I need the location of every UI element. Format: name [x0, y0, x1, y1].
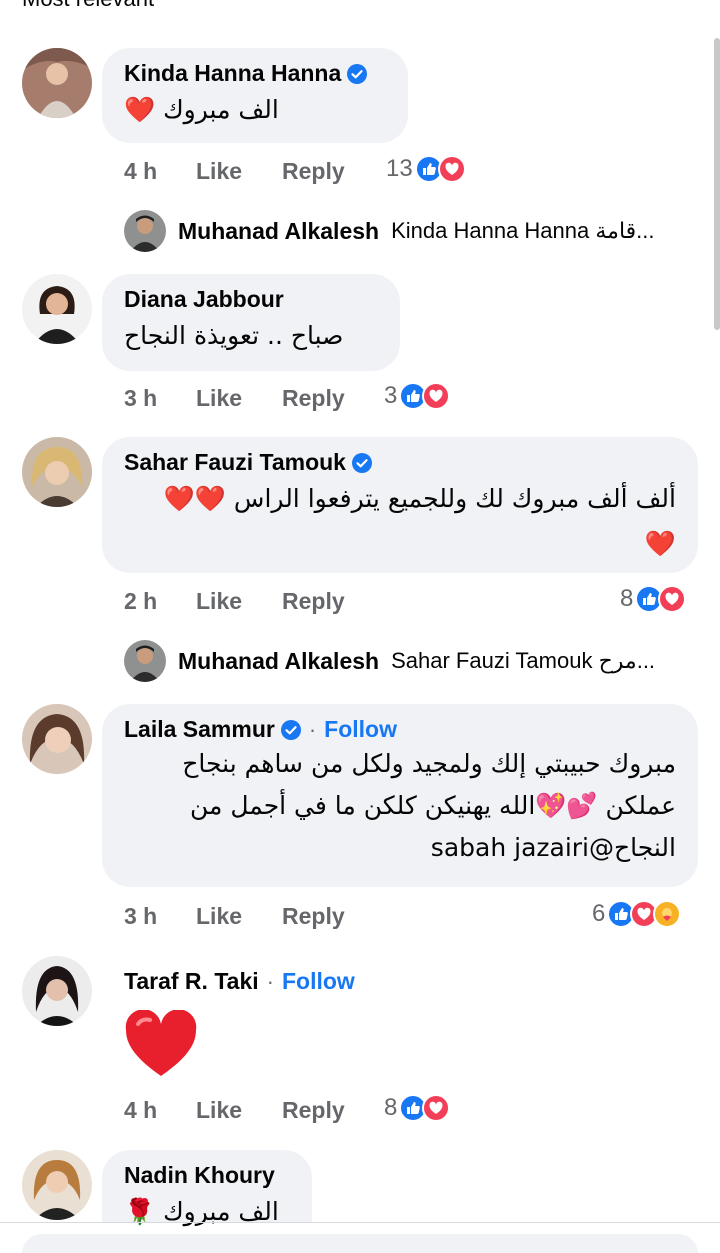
reply-button[interactable]: Reply: [282, 903, 392, 930]
avatar[interactable]: [22, 437, 92, 507]
comment-bubble: Nadin Khoury الف مبروك 🌹: [102, 1150, 312, 1226]
comment-actions: 2 h Like Reply: [124, 581, 392, 621]
verified-badge-icon: [351, 452, 372, 473]
avatar[interactable]: [22, 956, 92, 1026]
separator-dot: ·: [266, 968, 274, 994]
comment-bubble: Diana Jabbour صباح .. تعويذة النجاح: [102, 274, 400, 371]
comment-time[interactable]: 4 h: [124, 158, 196, 185]
comment-time[interactable]: 3 h: [124, 385, 196, 412]
comment-text: ألف ألف مبروك لك وللجميع يترفعوا الراس ❤…: [163, 484, 676, 513]
verified-badge-icon: [347, 63, 368, 84]
comment-text: صباح .. تعويذة النجاح: [124, 321, 344, 350]
separator-dot: ·: [308, 716, 317, 742]
comment-actions: 4 h Like Reply: [124, 1090, 392, 1130]
avatar: [124, 210, 166, 252]
comment-emoji: [124, 1009, 198, 1080]
avatar[interactable]: [22, 48, 92, 118]
like-button[interactable]: Like: [196, 588, 282, 615]
reply-text: Kinda Hanna Hanna قامة...: [391, 218, 655, 243]
comment-author[interactable]: Diana Jabbour: [124, 286, 284, 313]
love-reaction-icon: [437, 155, 466, 183]
comment-actions: 4 h Like Reply: [124, 151, 392, 191]
love-reaction-icon: [422, 382, 451, 410]
reaction-summary[interactable]: 13: [386, 149, 466, 189]
reaction-count: 3: [384, 382, 398, 409]
sort-label[interactable]: Most relevant: [22, 0, 154, 12]
comment-time[interactable]: 2 h: [124, 588, 196, 615]
comment-bubble: Sahar Fauzi Tamouk ألف ألف مبروك لك وللج…: [102, 437, 698, 573]
reaction-summary[interactable]: 8: [620, 579, 687, 619]
comment-bubble: Kinda Hanna Hanna الف مبروك ❤️: [102, 48, 408, 143]
composer-divider: [0, 1222, 720, 1223]
like-button[interactable]: Like: [196, 158, 282, 185]
comment-bubble: Laila Sammur · Follow مبروك حبيبتي إلك و…: [102, 704, 698, 887]
comment-text: مبروك حبيبتي إلك ولمجيد ولكل من ساهم بنج…: [182, 749, 676, 778]
reply-button[interactable]: Reply: [282, 1097, 392, 1124]
reply-text: Sahar Fauzi Tamouk مرح...: [391, 648, 656, 673]
reaction-summary[interactable]: 6: [592, 894, 682, 934]
reply-author[interactable]: Muhanad Alkalesh: [178, 648, 379, 675]
comment-text: ❤️: [644, 529, 676, 558]
comment-time[interactable]: 4 h: [124, 1097, 196, 1124]
scrollbar[interactable]: [714, 38, 720, 330]
comment-text: النجاح@sabah jazairi: [430, 833, 676, 862]
reaction-count: 8: [384, 1094, 398, 1121]
like-button[interactable]: Like: [196, 385, 282, 412]
like-button[interactable]: Like: [196, 903, 282, 930]
comment-author[interactable]: Sahar Fauzi Tamouk: [124, 449, 346, 476]
avatar[interactable]: [22, 704, 92, 774]
verified-badge-icon: [280, 719, 301, 740]
comment-time[interactable]: 3 h: [124, 903, 196, 930]
comment-author[interactable]: Laila Sammur: [124, 716, 275, 743]
comment-text: الف مبروك 🌹: [124, 1197, 279, 1226]
avatar[interactable]: [22, 274, 92, 344]
comment-actions: 3 h Like Reply: [124, 378, 392, 418]
follow-button[interactable]: Follow: [324, 716, 397, 743]
reply-button[interactable]: Reply: [282, 588, 392, 615]
love-reaction-icon: [422, 1094, 451, 1122]
reply-button[interactable]: Reply: [282, 385, 392, 412]
like-button[interactable]: Like: [196, 1097, 282, 1124]
avatar: [124, 640, 166, 682]
comment-author[interactable]: Kinda Hanna Hanna: [124, 60, 341, 87]
care-reaction-icon: [653, 900, 682, 928]
reaction-summary[interactable]: 3: [384, 376, 451, 416]
comment-header: Taraf R. Taki · Follow: [124, 968, 355, 995]
reply-preview[interactable]: Muhanad Alkalesh Sahar Fauzi Tamouk مرح.…: [124, 640, 655, 682]
comment-text: الف مبروك ❤️: [124, 95, 279, 124]
reply-preview[interactable]: Muhanad Alkalesh Kinda Hanna Hanna قامة.…: [124, 210, 655, 252]
reply-button[interactable]: Reply: [282, 158, 392, 185]
reply-author[interactable]: Muhanad Alkalesh: [178, 218, 379, 245]
comment-actions: 3 h Like Reply: [124, 896, 392, 936]
reaction-count: 8: [620, 585, 634, 612]
love-reaction-icon: [658, 585, 687, 613]
follow-button[interactable]: Follow: [282, 968, 355, 995]
reaction-count: 6: [592, 900, 606, 927]
comment-input[interactable]: [22, 1234, 698, 1253]
reaction-summary[interactable]: 8: [384, 1088, 451, 1128]
avatar[interactable]: [22, 1150, 92, 1220]
comment-text: عملكن 💕💖الله يهنيكن كلكن ما في أجمل من: [189, 791, 676, 820]
reaction-count: 13: [386, 155, 413, 182]
comment-author[interactable]: Taraf R. Taki: [124, 968, 259, 995]
comment-author[interactable]: Nadin Khoury: [124, 1162, 275, 1189]
